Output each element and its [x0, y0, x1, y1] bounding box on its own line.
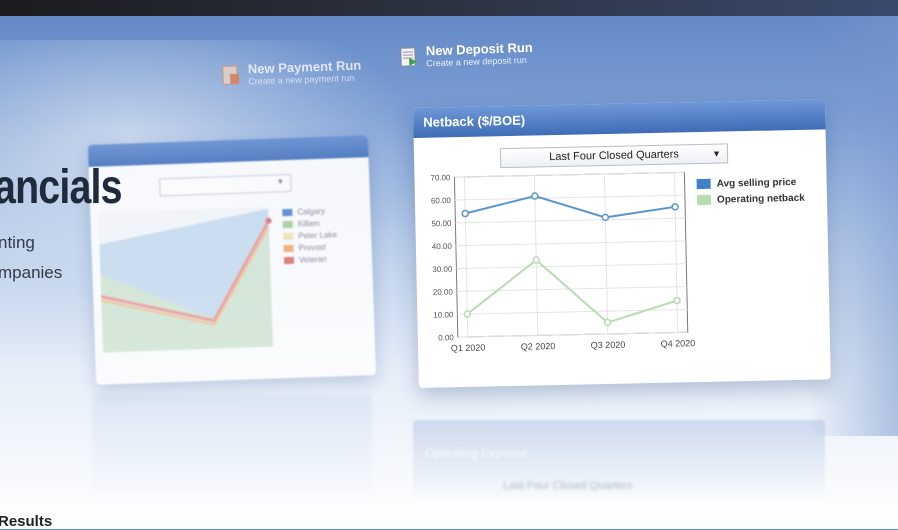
legend-swatch	[284, 256, 294, 263]
legend-label: Calgary	[297, 206, 325, 216]
y-tick-label: 60.00	[431, 196, 452, 205]
results-label: Results	[0, 513, 52, 530]
operating-expense-panel-reflection: Operating Expense Last Four Closed Quart…	[413, 420, 825, 500]
top-bar	[0, 0, 898, 16]
x-tick-label: Q2 2020	[521, 341, 556, 352]
legend-label: Operating netback	[717, 192, 805, 205]
legend-swatch	[697, 195, 711, 205]
legend-label: Peter Lake	[298, 230, 337, 240]
data-point	[602, 214, 608, 220]
data-point	[674, 297, 680, 303]
deposit-run-icon	[400, 46, 419, 69]
left-panel-reflection	[92, 395, 372, 505]
y-tick-label: 10.00	[433, 310, 454, 319]
y-tick-label: 40.00	[432, 242, 453, 251]
new-deposit-run-button[interactable]: New Deposit Run Create a new deposit run	[400, 40, 534, 71]
page-description: nting mpanies	[0, 228, 62, 288]
legend-item: Operating netback	[697, 190, 805, 208]
y-tick-label: 50.00	[431, 219, 452, 228]
netback-line-chart: 0.00 10.00 20.00 30.00 40.00 50.00 60.00 70.00 Q…	[414, 164, 708, 380]
payment-run-icon	[222, 64, 241, 87]
data-point	[533, 257, 539, 263]
operating-expense-dropdown: Last Four Closed Quarters	[413, 460, 825, 492]
legend-swatch	[282, 208, 292, 215]
left-area-chart	[90, 198, 286, 375]
x-tick-label: Q4 2020	[661, 338, 696, 349]
y-tick-label: 70.00	[430, 173, 451, 182]
description-line: nting	[0, 228, 62, 258]
data-point	[462, 210, 468, 216]
legend-swatch	[283, 244, 293, 251]
chevron-down-icon: ▼	[276, 177, 284, 186]
chevron-down-icon: ▼	[712, 145, 721, 163]
legend-swatch	[283, 232, 293, 239]
period-dropdown-value: Last Four Closed Quarters	[549, 148, 679, 163]
legend-label: Veteran	[299, 254, 327, 264]
left-panel-dropdown[interactable]: ▼	[159, 174, 292, 197]
page-heading: ancials	[0, 160, 122, 215]
plot-area	[454, 172, 687, 337]
data-point	[672, 204, 678, 210]
y-tick-label: 20.00	[433, 287, 454, 296]
description-line: mpanies	[0, 258, 62, 288]
netback-chart-panel: Netback ($/BOE) Last Four Closed Quarter…	[413, 99, 831, 388]
new-payment-run-button[interactable]: New Payment Run Create a new payment run	[222, 58, 362, 89]
netback-panel-title: Netback ($/BOE)	[413, 99, 826, 138]
legend-label: Killam	[298, 218, 320, 228]
netback-legend: Avg selling price Operating netback	[696, 174, 804, 208]
legend-label: Avg selling price	[717, 176, 797, 189]
y-tick-label: 0.00	[438, 333, 454, 342]
legend-item: Veteran	[284, 252, 338, 266]
left-chart-panel: ▼ Calgary Killam Peter Lake Provost Vete…	[88, 135, 376, 385]
data-point	[532, 193, 538, 199]
y-tick-label: 30.00	[432, 265, 453, 274]
x-tick-label: Q3 2020	[591, 340, 626, 351]
operating-expense-title: Operating Expense	[413, 420, 825, 460]
deposit-run-subtitle: Create a new deposit run	[426, 55, 533, 70]
legend-swatch	[697, 179, 711, 189]
data-point	[464, 311, 470, 317]
left-chart-legend: Calgary Killam Peter Lake Provost Vetera…	[282, 204, 338, 266]
legend-swatch	[283, 220, 293, 227]
x-tick-label: Q1 2020	[451, 343, 486, 354]
legend-label: Provost	[298, 242, 325, 252]
data-point	[604, 319, 610, 325]
